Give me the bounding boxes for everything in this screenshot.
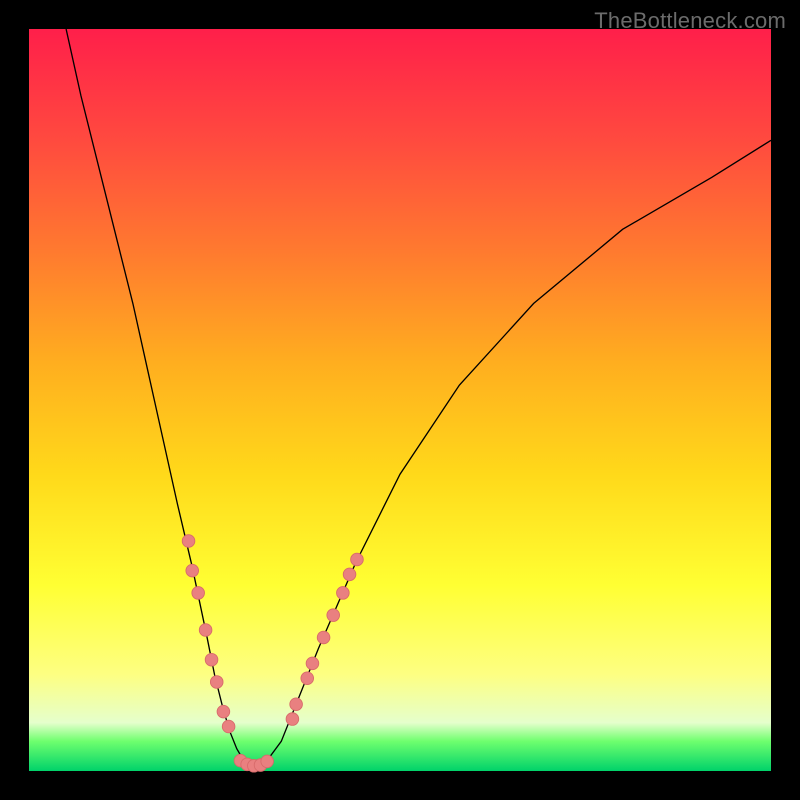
marker-left-cluster [217,705,230,718]
marker-left-cluster [205,653,218,666]
marker-left-cluster [210,676,223,689]
marker-right-cluster [327,609,340,622]
marker-left-cluster [182,535,195,548]
marker-bottom [261,755,274,768]
marker-right-cluster [286,713,299,726]
bottleneck-curve [66,29,771,767]
watermark-text: TheBottleneck.com [594,8,786,34]
chart-frame: TheBottleneck.com [0,0,800,800]
marker-right-cluster [290,698,303,711]
marker-right-cluster [351,553,364,566]
marker-right-cluster [343,568,356,581]
data-markers [182,535,363,772]
marker-right-cluster [317,631,330,644]
marker-left-cluster [192,587,205,600]
marker-right-cluster [337,587,350,600]
marker-left-cluster [186,564,199,577]
chart-overlay [29,29,771,771]
marker-right-cluster [301,672,314,685]
marker-left-cluster [222,720,235,733]
marker-right-cluster [306,657,319,670]
marker-left-cluster [199,624,212,637]
